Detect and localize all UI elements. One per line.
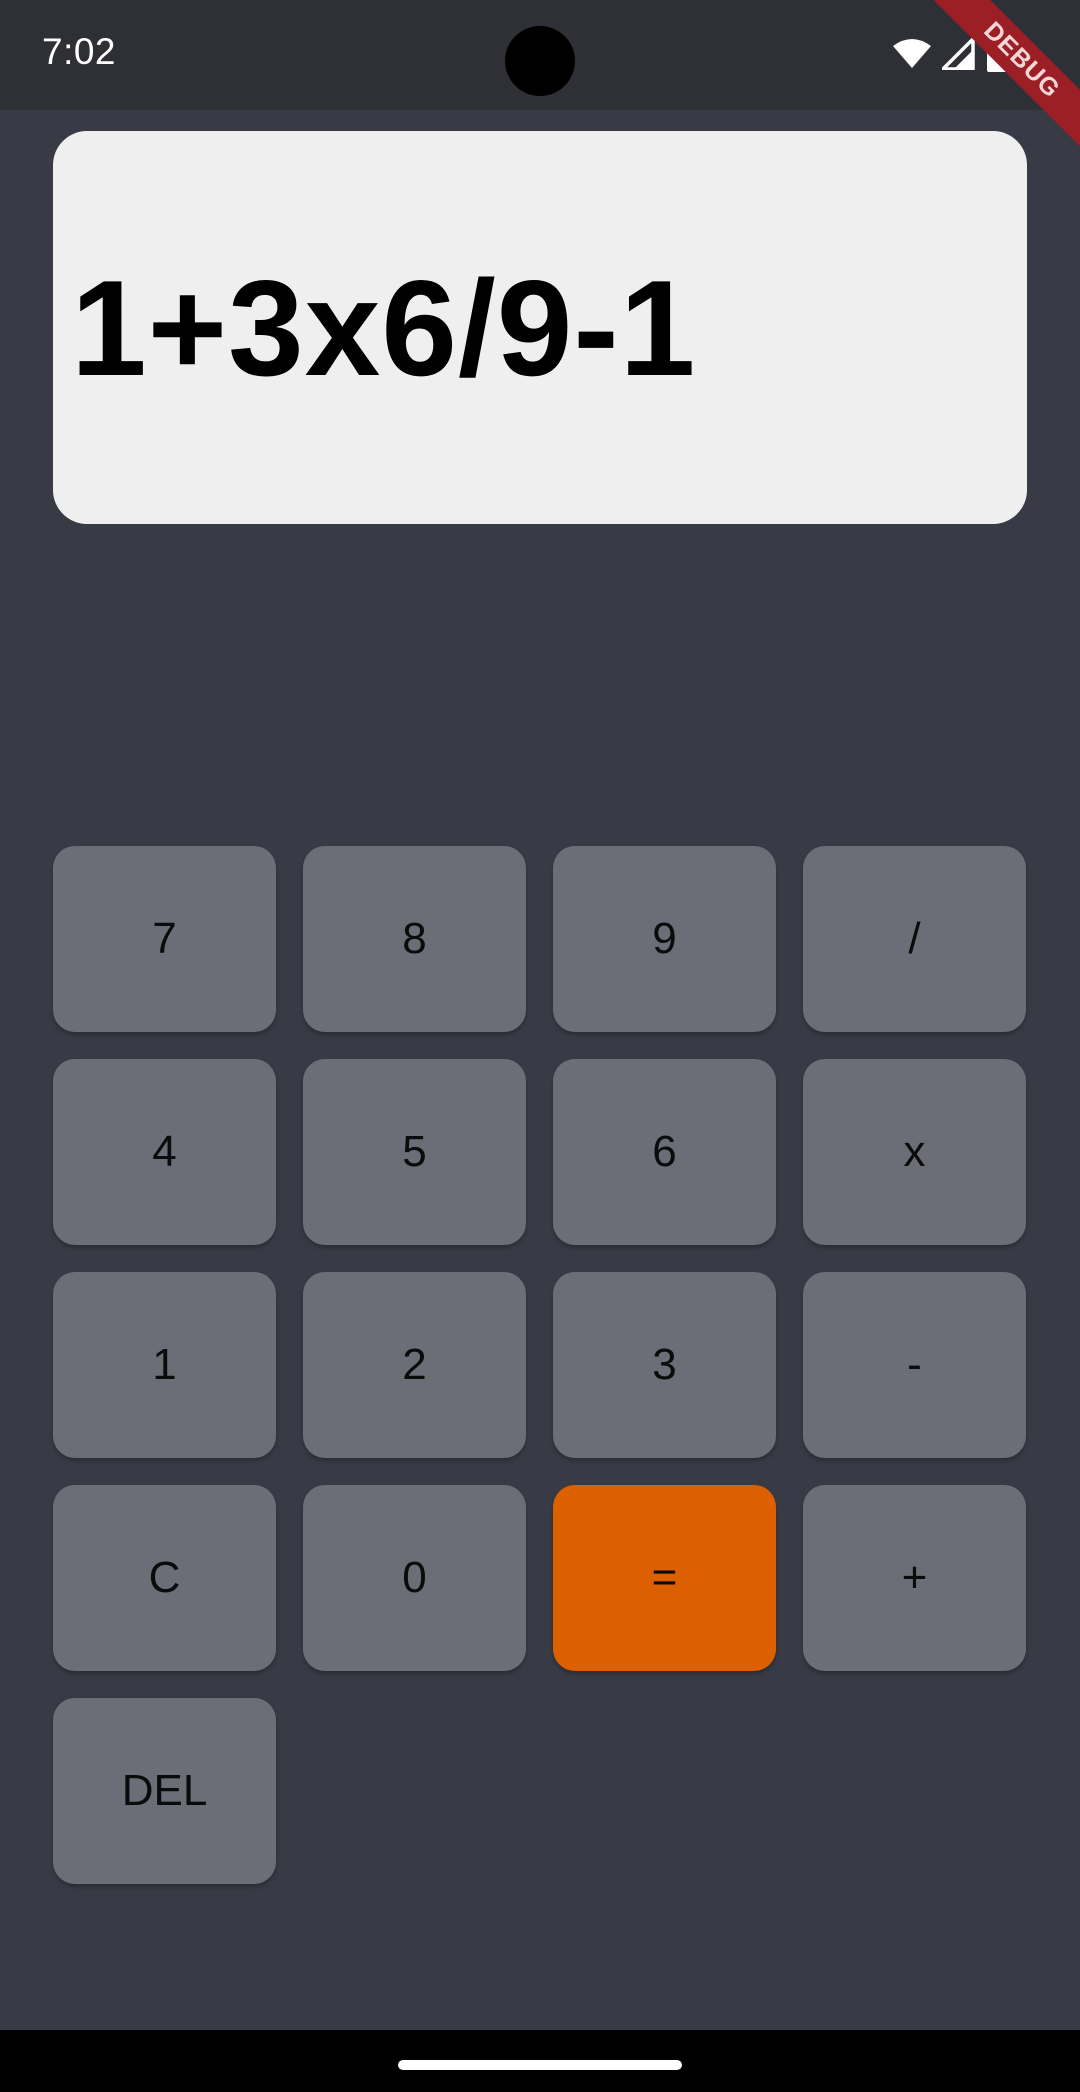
- key-9[interactable]: 9: [553, 846, 776, 1032]
- expression-text: 1+3x6/9-1: [71, 251, 697, 404]
- status-time: 7:02: [42, 31, 117, 72]
- debug-banner: DEBUG: [930, 0, 1080, 150]
- key-divide[interactable]: /: [803, 846, 1026, 1032]
- key-8[interactable]: 8: [303, 846, 526, 1032]
- key-3[interactable]: 3: [553, 1272, 776, 1458]
- key-4[interactable]: 4: [53, 1059, 276, 1245]
- camera-cutout: [505, 26, 575, 96]
- key-7[interactable]: 7: [53, 846, 276, 1032]
- key-5[interactable]: 5: [303, 1059, 526, 1245]
- key-subtract[interactable]: -: [803, 1272, 1026, 1458]
- key-6[interactable]: 6: [553, 1059, 776, 1245]
- debug-banner-label: DEBUG: [930, 0, 1080, 150]
- key-2[interactable]: 2: [303, 1272, 526, 1458]
- navigation-bar: [0, 2030, 1080, 2092]
- status-bar: 7:02: [0, 0, 1080, 110]
- key-clear[interactable]: C: [53, 1485, 276, 1671]
- wifi-icon: [892, 38, 932, 70]
- key-multiply[interactable]: x: [803, 1059, 1026, 1245]
- home-gesture-handle[interactable]: [398, 2060, 682, 2070]
- key-delete[interactable]: DEL: [53, 1698, 276, 1884]
- expression-display: 1+3x6/9-1: [53, 131, 1027, 524]
- calculator-screen: 7:02 DEBUG 1+3x6/9-1 7 8 9 / 4 5 6 x 1 2…: [0, 0, 1080, 2092]
- key-add[interactable]: +: [803, 1485, 1026, 1671]
- key-equals[interactable]: =: [553, 1485, 776, 1671]
- key-0[interactable]: 0: [303, 1485, 526, 1671]
- key-1[interactable]: 1: [53, 1272, 276, 1458]
